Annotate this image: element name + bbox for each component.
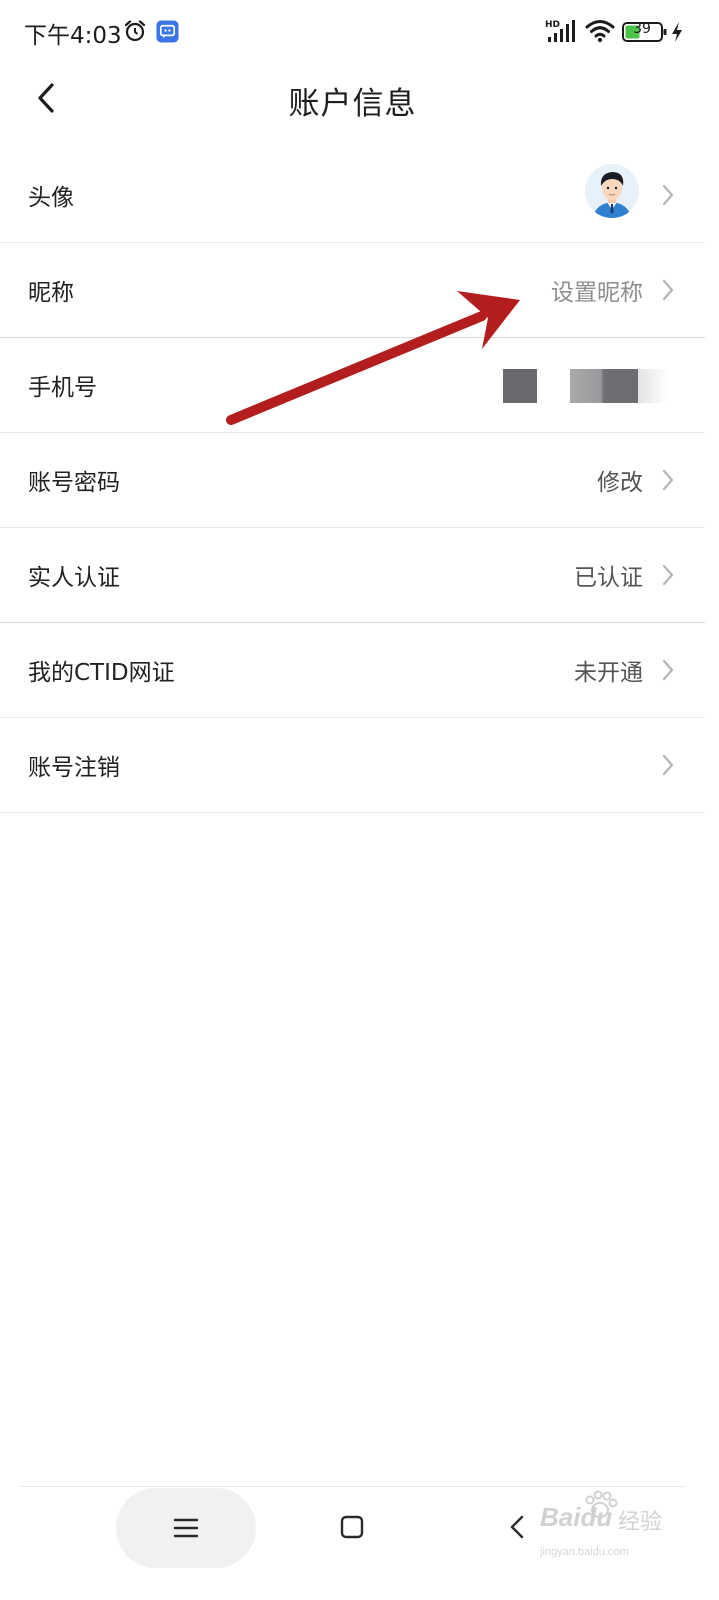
alarm-icon xyxy=(124,20,146,42)
charging-bolt-icon xyxy=(672,22,682,42)
account-settings-list: 头像 昵称 设置昵称 手机号 账号密码 修改 实人认证 已认证 我的CTID网证… xyxy=(0,148,705,813)
menu-button[interactable] xyxy=(116,1488,256,1568)
back-triangle-icon xyxy=(510,1515,524,1539)
row-label: 我的CTID网证 xyxy=(28,660,175,686)
status-bar: 下午4:03 HD 39 xyxy=(0,0,719,64)
signal-icon: HD xyxy=(545,20,575,42)
row-avatar[interactable]: 头像 xyxy=(0,148,705,243)
baidu-watermark: Baidu 经验 jingyan.baidu.com xyxy=(530,1488,680,1578)
chevron-right-icon xyxy=(662,184,674,206)
message-app-icon xyxy=(156,20,179,43)
status-time: 下午4:03 xyxy=(24,23,122,49)
redacted-phone-block xyxy=(570,369,638,403)
page-header: 账户信息 xyxy=(0,64,719,148)
row-ctid[interactable]: 我的CTID网证 未开通 xyxy=(0,623,705,718)
row-label: 账号密码 xyxy=(28,470,120,496)
system-back-button[interactable] xyxy=(500,1505,534,1549)
row-label: 账号注销 xyxy=(28,755,120,781)
row-password[interactable]: 账号密码 修改 xyxy=(0,433,705,528)
battery-icon: 39 xyxy=(622,20,668,44)
watermark-url: jingyan.baidu.com xyxy=(540,1546,629,1558)
chevron-right-icon xyxy=(662,659,674,681)
verification-status: 已认证 xyxy=(574,565,643,591)
nickname-placeholder: 设置昵称 xyxy=(551,280,643,306)
password-action: 修改 xyxy=(597,470,643,496)
page-title: 账户信息 xyxy=(288,86,417,122)
svg-text:HD: HD xyxy=(545,20,560,30)
row-label: 实人认证 xyxy=(28,565,120,591)
home-square-icon xyxy=(340,1515,364,1539)
row-real-name-verification[interactable]: 实人认证 已认证 xyxy=(0,528,705,623)
battery-level: 39 xyxy=(633,21,651,37)
wifi-icon xyxy=(585,20,615,43)
chevron-right-icon xyxy=(662,469,674,491)
account-info-screen: 下午4:03 HD 39 账户信息 头像 昵称 设置昵称 手机号 账号密码 修改… xyxy=(0,0,719,1600)
redacted-phone-block xyxy=(503,369,537,403)
menu-icon xyxy=(173,1518,199,1538)
chevron-right-icon xyxy=(662,279,674,301)
watermark-suffix: 经验 xyxy=(618,1510,663,1535)
avatar xyxy=(585,164,639,218)
chevron-right-icon xyxy=(662,564,674,586)
row-label: 昵称 xyxy=(28,280,74,306)
row-nickname[interactable]: 昵称 设置昵称 xyxy=(0,243,705,338)
nav-divider xyxy=(20,1486,685,1487)
row-account-cancellation[interactable]: 账号注销 xyxy=(0,718,705,813)
home-button[interactable] xyxy=(332,1505,372,1549)
ctid-status: 未开通 xyxy=(574,660,643,686)
row-label: 手机号 xyxy=(28,375,97,401)
row-phone: 手机号 xyxy=(0,338,705,433)
row-label: 头像 xyxy=(28,185,74,211)
redacted-phone-fade xyxy=(638,369,668,403)
watermark-brand: Baidu xyxy=(540,1502,613,1532)
chevron-right-icon xyxy=(662,754,674,776)
